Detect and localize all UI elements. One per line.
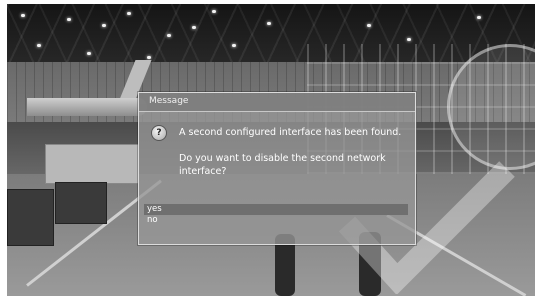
dialog-title-bar: Message xyxy=(139,93,415,112)
message-line-1: A second configured interface has been f… xyxy=(179,127,402,138)
crate xyxy=(55,182,107,224)
dialog-title: Message xyxy=(149,96,189,106)
option-no[interactable]: no xyxy=(144,215,408,226)
option-yes[interactable]: yes xyxy=(144,204,408,215)
covered-equipment xyxy=(45,144,139,184)
help-icon: ? xyxy=(151,125,167,141)
message-line-2: Do you want to disable the second networ… xyxy=(179,153,386,177)
option-list: yes no xyxy=(144,204,408,226)
crate xyxy=(7,189,54,246)
airplane-fuselage xyxy=(27,98,147,116)
message-dialog: Message ? A second configured interface … xyxy=(138,92,416,245)
